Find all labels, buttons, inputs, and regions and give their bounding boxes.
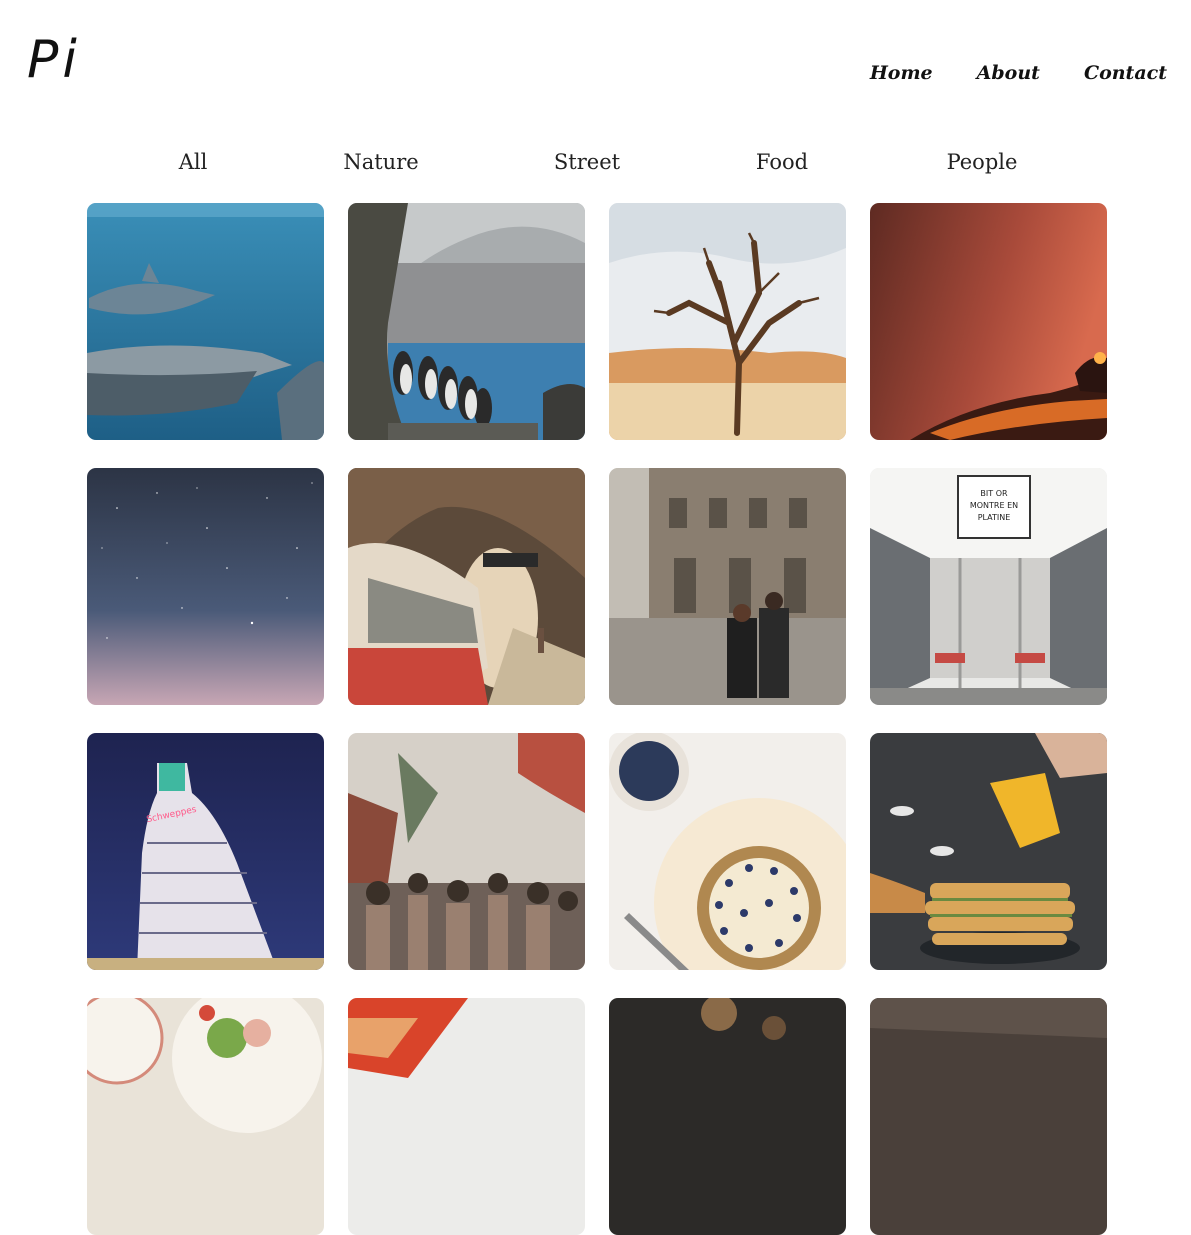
- category-filter-bar: All Nature Street Food People: [0, 150, 1191, 184]
- lava-photo[interactable]: [870, 203, 1107, 440]
- filter-street[interactable]: Street: [554, 150, 620, 174]
- filter-food[interactable]: Food: [756, 150, 808, 174]
- penguins-photo[interactable]: [348, 203, 585, 440]
- nav-home-link[interactable]: Home: [870, 62, 933, 84]
- main-nav: Home About Contact: [870, 62, 1167, 84]
- svg-text:PLATINE: PLATINE: [978, 513, 1011, 522]
- filter-nature[interactable]: Nature: [343, 150, 418, 174]
- nav-about-link[interactable]: About: [977, 62, 1040, 84]
- svg-text:BIT OR: BIT OR: [980, 489, 1008, 498]
- desert-tree-photo[interactable]: [609, 203, 846, 440]
- schweppes-building-photo[interactable]: Schweppes: [87, 733, 324, 970]
- train-interior-photo[interactable]: BIT OR MONTRE EN PLATINE: [870, 468, 1107, 705]
- filter-all[interactable]: All: [179, 150, 208, 174]
- photo-gallery: BIT OR MONTRE EN PLATINE Schweppes: [87, 203, 1107, 1235]
- city-couple-photo[interactable]: [609, 468, 846, 705]
- svg-text:MONTRE EN: MONTRE EN: [970, 501, 1018, 510]
- night-sky-photo[interactable]: [87, 468, 324, 705]
- filter-people[interactable]: People: [947, 150, 1018, 174]
- pizza-photo[interactable]: [348, 998, 585, 1235]
- dark-food-photo[interactable]: [609, 998, 846, 1235]
- subway-train-photo[interactable]: [348, 468, 585, 705]
- pancake-stack-photo[interactable]: [870, 733, 1107, 970]
- nav-contact-link[interactable]: Contact: [1084, 62, 1167, 84]
- salad-plate-photo[interactable]: [87, 998, 324, 1235]
- logo[interactable]: Pi: [27, 34, 81, 86]
- blueberry-tart-photo[interactable]: [609, 733, 846, 970]
- dolphins-photo[interactable]: [87, 203, 324, 440]
- dark-table-photo[interactable]: [870, 998, 1107, 1235]
- market-crowd-photo[interactable]: [348, 733, 585, 970]
